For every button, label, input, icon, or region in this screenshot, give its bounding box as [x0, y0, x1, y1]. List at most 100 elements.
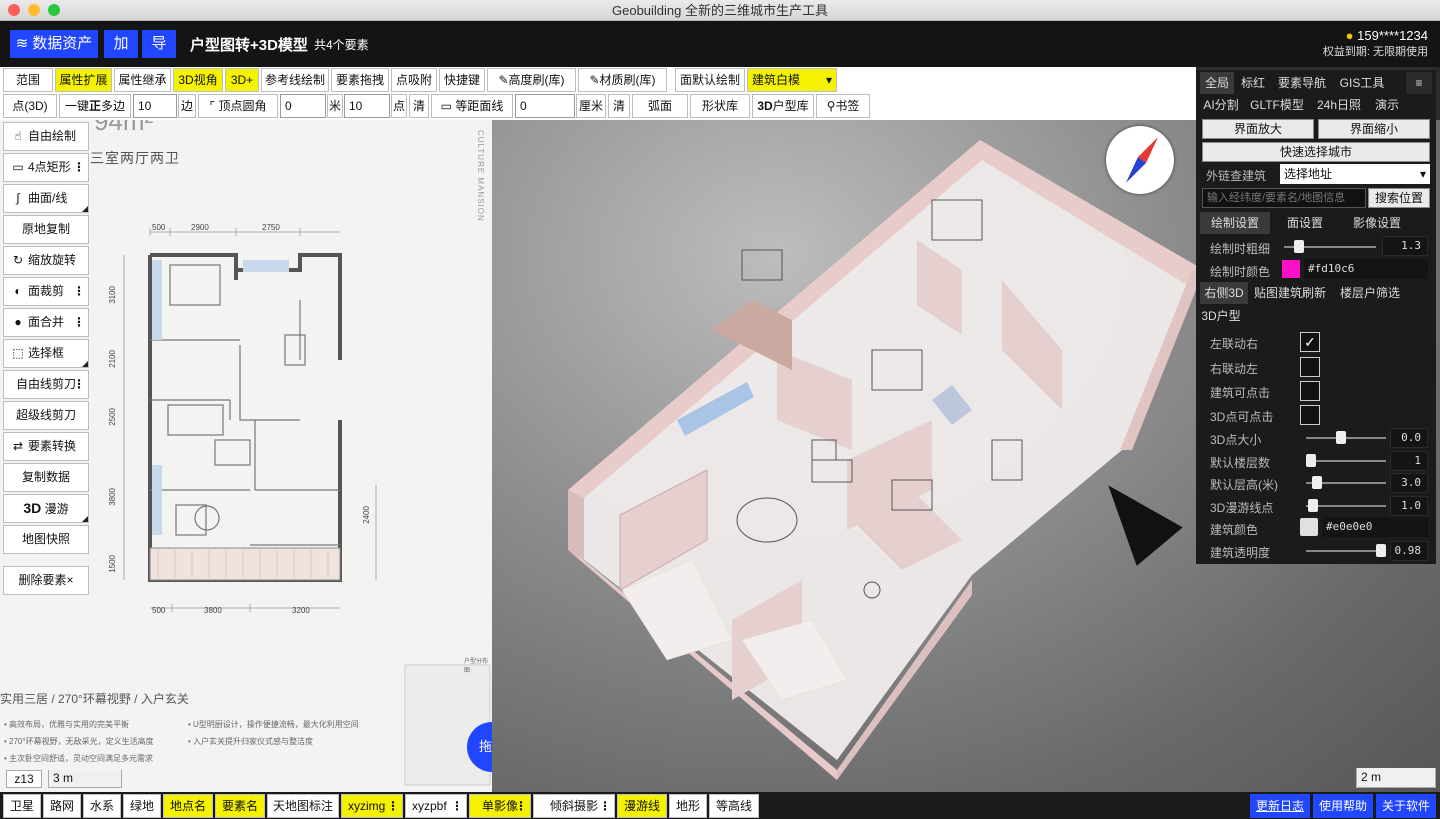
select-box-button[interactable]: ⬚ 选择框	[3, 339, 89, 368]
right-link-checkbox[interactable]	[1300, 357, 1320, 377]
point3d-size-slider[interactable]	[1306, 431, 1386, 444]
stroke-width-value[interactable]: 1.3	[1382, 236, 1428, 256]
tab-tex-refresh[interactable]: 贴图建筑刷新	[1250, 282, 1330, 304]
roam-point-value[interactable]: 1.0	[1390, 496, 1428, 516]
regular-polygon-button[interactable]: 一键正多边	[59, 94, 131, 118]
tab-right-3d[interactable]: 右侧3D	[1200, 282, 1248, 304]
tab-ai-segment[interactable]: AI分割	[1200, 94, 1242, 116]
layer-water[interactable]: 水系	[83, 794, 121, 818]
quick-city-button[interactable]: 快速选择城市	[1202, 142, 1430, 162]
copy-data-button[interactable]: 复制数据	[3, 463, 89, 492]
polygon-sides-input[interactable]: 10	[133, 94, 177, 118]
more-icon[interactable]: ⋮	[73, 154, 85, 181]
address-select[interactable]: 选择地址 ▾	[1280, 164, 1430, 184]
equidistant-line-button[interactable]: ▭ 等距面线	[431, 94, 513, 118]
corner-points-input[interactable]: 10	[344, 94, 390, 118]
layer-sky-labels[interactable]: 天地图标注	[267, 794, 339, 818]
tab-mark-red[interactable]: 标红	[1236, 72, 1270, 94]
layer-feature-names[interactable]: 要素名	[215, 794, 265, 818]
tab-3d-house[interactable]: 3D户型	[1200, 305, 1242, 327]
distance-input[interactable]: 0	[515, 94, 575, 118]
snapshot-button[interactable]: 地图快照	[3, 525, 89, 554]
more-icon[interactable]: ⋮	[73, 309, 85, 336]
more-icon[interactable]: ⋮	[73, 371, 85, 398]
copy-in-place-button[interactable]: 原地复制	[3, 215, 89, 244]
add-button[interactable]: 加	[104, 30, 138, 58]
building-color-swatch[interactable]	[1300, 518, 1318, 536]
layer-satellite[interactable]: 卫星	[3, 794, 41, 818]
face-cut-button[interactable]: ◐ 面裁剪 ⋮	[3, 277, 89, 306]
ui-zoom-out-button[interactable]: 界面缩小	[1318, 119, 1430, 139]
bookmark-button[interactable]: ⚲书签	[816, 94, 870, 118]
layer-xyzpbf[interactable]: xyzpbf ⋮	[405, 794, 467, 818]
minimize-window-button[interactable]	[28, 4, 40, 16]
floor-height-value[interactable]: 3.0	[1390, 473, 1428, 493]
face-merge-button[interactable]: ● 面合并 ⋮	[3, 308, 89, 337]
point3d-click-checkbox[interactable]	[1300, 405, 1320, 425]
menu-icon[interactable]: ≡	[1406, 72, 1432, 94]
export-button[interactable]: 导	[142, 30, 176, 58]
point3d-size-value[interactable]: 0.0	[1390, 428, 1428, 448]
search-input[interactable]: 输入经纬度/要素名/地图信息	[1202, 188, 1366, 208]
tab-floor-filter[interactable]: 楼层户筛选	[1334, 282, 1406, 304]
corner-round-button[interactable]: ⌜ 顶点圆角	[198, 94, 278, 118]
layer-place-names[interactable]: 地点名	[163, 794, 213, 818]
material-brush-button[interactable]: ✎材质刷(库)	[578, 68, 667, 92]
tab-face-settings[interactable]: 面设置	[1272, 212, 1338, 234]
arc-face-button[interactable]: 弧面	[632, 94, 688, 118]
super-cut-button[interactable]: 超级线剪刀	[3, 401, 89, 430]
feature-drag-button[interactable]: 要素拖拽	[331, 68, 389, 92]
tab-demo[interactable]: 演示	[1368, 94, 1406, 116]
convert-button[interactable]: ⇄ 要素转换	[3, 432, 89, 461]
tab-gis-tools[interactable]: GIS工具	[1334, 72, 1390, 94]
clear-corner-button[interactable]: 清	[409, 94, 429, 118]
point-snap-button[interactable]: 点吸附	[391, 68, 437, 92]
attr-inherit-button[interactable]: 属性继承	[114, 68, 171, 92]
3d-plus-button[interactable]: 3D+	[225, 68, 259, 92]
view-3d-button[interactable]: 3D视角	[173, 68, 223, 92]
draw-color-value[interactable]: #fd10c6	[1304, 259, 1428, 279]
more-icon[interactable]: ⋮	[387, 795, 399, 817]
more-icon[interactable]: ⋮	[515, 795, 527, 817]
curve-button[interactable]: ∫ 曲面/线	[3, 184, 89, 213]
ui-zoom-in-button[interactable]: 界面放大	[1202, 119, 1314, 139]
corner-radius-input[interactable]: 0	[280, 94, 326, 118]
refline-draw-button[interactable]: 参考线绘制	[261, 68, 329, 92]
building-click-checkbox[interactable]	[1300, 381, 1320, 401]
layer-contour[interactable]: 等高线	[709, 794, 759, 818]
attr-extend-button[interactable]: 属性扩展	[55, 68, 112, 92]
data-assets-button[interactable]: ≋ 数据资产	[10, 30, 98, 58]
tab-feature-nav[interactable]: 要素导航	[1272, 72, 1332, 94]
floors-value[interactable]: 1	[1390, 451, 1428, 471]
range-button[interactable]: 范围	[3, 68, 53, 92]
more-icon[interactable]: ⋮	[73, 278, 85, 305]
free-draw-button[interactable]: ☝ 自由绘制	[3, 122, 89, 151]
delete-feature-button[interactable]: 删除要素×	[3, 566, 89, 595]
tab-global[interactable]: 全局	[1200, 72, 1234, 94]
face-default-draw-button[interactable]: 面默认绘制	[675, 68, 745, 92]
tab-gltf-model[interactable]: GLTF模型	[1246, 94, 1308, 116]
close-window-button[interactable]	[8, 4, 20, 16]
layer-roam-line[interactable]: 漫游线	[617, 794, 667, 818]
more-icon[interactable]: ⋮	[599, 795, 611, 817]
height-brush-button[interactable]: ✎高度刷(库)	[487, 68, 576, 92]
roam-3d-button[interactable]: 3D 漫游	[3, 494, 89, 523]
scale-rotate-button[interactable]: ↻ 缩放旋转	[3, 246, 89, 275]
tab-image-settings[interactable]: 影像设置	[1340, 212, 1414, 234]
help-button[interactable]: 使用帮助	[1313, 794, 1373, 818]
changelog-link[interactable]: 更新日志	[1250, 794, 1310, 818]
draw-color-swatch[interactable]	[1282, 260, 1300, 278]
user-info[interactable]: ● 159****1234 权益到期: 无限期使用	[1323, 27, 1428, 61]
layer-oblique[interactable]: 倾斜摄影 ⋮	[533, 794, 615, 818]
floors-slider[interactable]	[1306, 454, 1386, 467]
layer-xyzimg[interactable]: xyzimg ⋮	[341, 794, 403, 818]
building-color-value[interactable]: #e0e0e0	[1322, 517, 1428, 537]
clear-distance-button[interactable]: 清	[608, 94, 630, 118]
free-cut-button[interactable]: 自由线剪刀 ⋮	[3, 370, 89, 399]
compass-icon[interactable]	[1106, 126, 1174, 194]
shape-library-button[interactable]: 形状库	[690, 94, 750, 118]
house-library-button[interactable]: 3D户型库	[752, 94, 814, 118]
roam-point-slider[interactable]	[1306, 499, 1386, 512]
search-location-button[interactable]: 搜索位置	[1368, 188, 1430, 208]
zoom-window-button[interactable]	[48, 4, 60, 16]
